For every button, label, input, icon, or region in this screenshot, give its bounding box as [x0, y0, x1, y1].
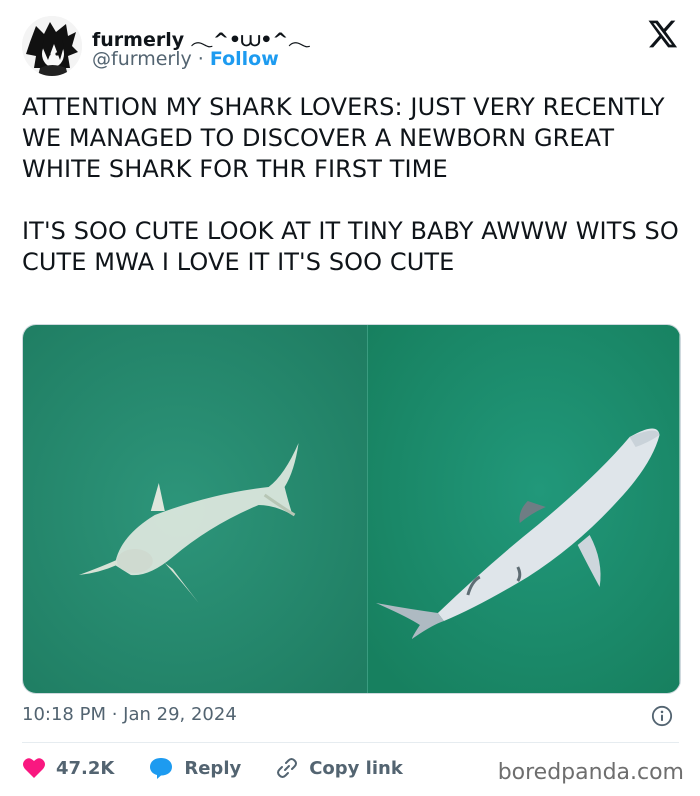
action-bar: 47.2K Reply Copy link	[22, 753, 437, 783]
x-logo-icon[interactable]	[646, 18, 678, 50]
reply-label: Reply	[184, 757, 242, 779]
avatar-image	[22, 16, 82, 76]
divider	[22, 742, 679, 743]
info-icon[interactable]	[651, 705, 673, 727]
handle-row: @furmerly · Follow	[92, 48, 279, 70]
link-icon	[277, 758, 298, 778]
shark-photo-left	[23, 325, 368, 693]
date-separator: ·	[105, 704, 124, 725]
watermark: boredpanda.com	[497, 760, 684, 785]
follow-button[interactable]: Follow	[210, 48, 279, 70]
like-count: 47.2K	[56, 757, 115, 779]
handle-separator: ·	[191, 48, 210, 70]
tweet-text: ATTENTION MY SHARK LOVERS: JUST VERY REC…	[22, 93, 679, 276]
handle[interactable]: @furmerly	[92, 48, 192, 70]
photo-baby-shark-right[interactable]	[367, 325, 680, 693]
like-button[interactable]: 47.2K	[22, 757, 114, 779]
speech-bubble-icon	[150, 758, 173, 779]
copy-link-label: Copy link	[309, 757, 403, 779]
date: Jan 29, 2024	[123, 704, 237, 725]
shark-photo-right	[368, 325, 680, 693]
copy-link-button[interactable]: Copy link	[275, 756, 403, 780]
timestamp[interactable]: 10:18 PM · Jan 29, 2024	[22, 704, 237, 725]
photo-baby-shark-left[interactable]	[23, 325, 368, 693]
reply-button[interactable]: Reply	[148, 756, 241, 780]
avatar[interactable]	[22, 16, 82, 76]
time: 10:18 PM	[22, 704, 106, 725]
tweet-media[interactable]	[22, 324, 681, 694]
heart-icon	[23, 758, 45, 778]
